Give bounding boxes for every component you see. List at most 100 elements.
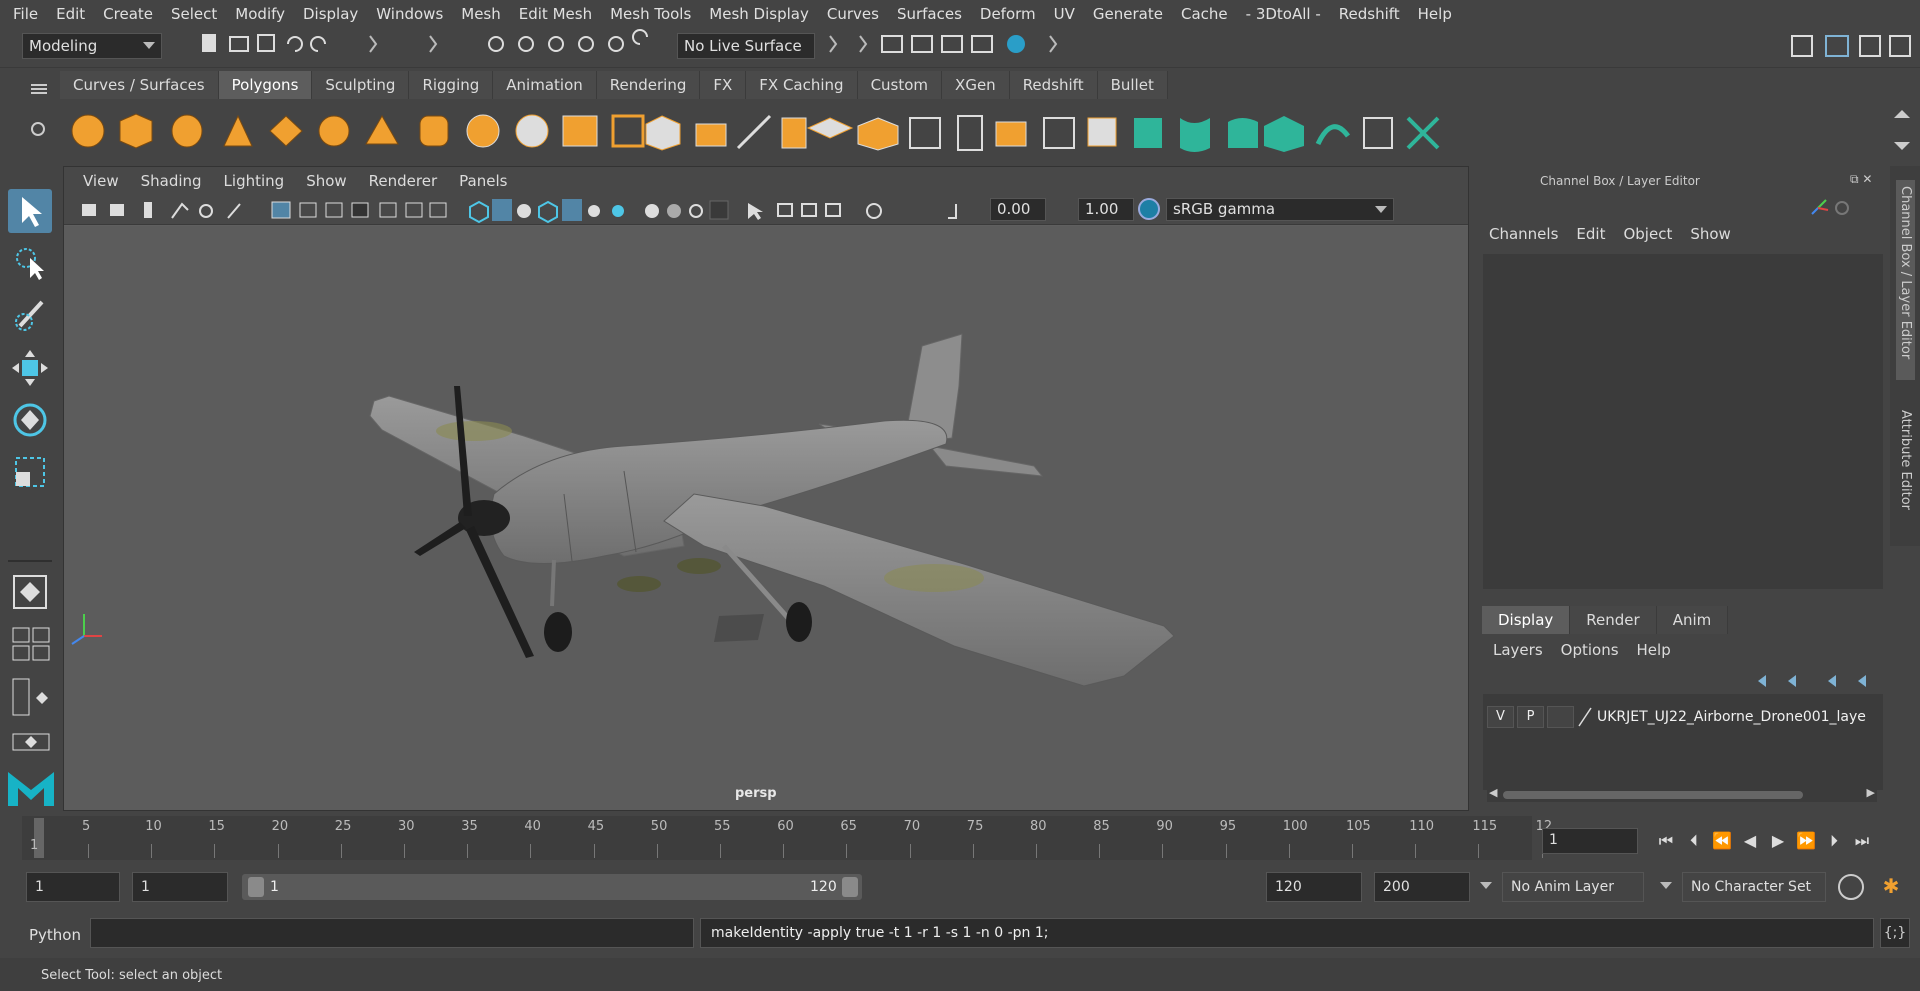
gamma-field[interactable]: 1.00 [1078,198,1134,221]
shelf-tab-rendering[interactable]: Rendering [596,71,701,99]
mode-selector[interactable]: Modeling [22,33,162,59]
side-tab-attribute-editor[interactable]: Attribute Editor [1896,404,1915,534]
viewport-menu-renderer[interactable]: Renderer [358,172,448,190]
viewport-menu-shading[interactable]: Shading [130,172,213,190]
menu-surfaces[interactable]: Surfaces [888,5,971,23]
shelf-menu-icon[interactable] [31,84,47,86]
layer-tab-display[interactable]: Display [1482,606,1571,634]
shelf-scroll[interactable] [1890,106,1914,154]
lasso-tool-button[interactable] [8,240,52,284]
viewport-menu-panels[interactable]: Panels [448,172,518,190]
scrollbar-thumb[interactable] [1503,791,1803,799]
go-to-end-button[interactable]: ⏭ [1848,828,1876,854]
range-start-handle[interactable] [248,877,264,897]
four-view-layout-button[interactable] [12,627,52,663]
scale-tool-button[interactable] [8,450,52,494]
menu-cache[interactable]: Cache [1172,5,1237,23]
menu-curves[interactable]: Curves [818,5,888,23]
layer-playback-toggle[interactable]: P [1517,706,1544,728]
gear-icon[interactable] [31,122,45,136]
layer-menu-options[interactable]: Options [1552,641,1628,659]
shelf-tab-xgen[interactable]: XGen [942,71,1010,99]
menu-select[interactable]: Select [162,5,226,23]
menu-generate[interactable]: Generate [1084,5,1172,23]
channel-box-menu-object[interactable]: Object [1614,225,1681,243]
go-to-start-button[interactable]: ⏮ [1652,828,1680,854]
command-language-label[interactable]: Python [29,926,81,944]
select-tool-button[interactable] [8,189,52,233]
shelf-tab-fx-caching[interactable]: FX Caching [746,71,858,99]
playback-end-field[interactable]: 120 [1266,872,1362,902]
menu-windows[interactable]: Windows [367,5,452,23]
menu-mesh-tools[interactable]: Mesh Tools [601,5,700,23]
move-tool-button[interactable] [8,346,52,390]
channel-box-menu-edit[interactable]: Edit [1567,225,1614,243]
chevron-right-icon[interactable]: ▶ [1867,786,1875,799]
range-end-handle[interactable] [842,877,858,897]
current-frame-field[interactable]: 1 [1542,828,1638,854]
step-back-frame-button[interactable]: ⏴ [1680,828,1708,854]
auto-key-icon[interactable] [1838,874,1864,900]
chevron-left-icon[interactable]: ◀ [1489,786,1497,799]
chevron-down-icon[interactable] [1480,882,1492,889]
shelf-tab-animation[interactable]: Animation [493,71,597,99]
menu-edit[interactable]: Edit [47,5,94,23]
chevron-down-icon[interactable] [1660,882,1672,889]
viewport-menu-view[interactable]: View [72,172,130,190]
shelf-tab-curves-surfaces[interactable]: Curves / Surfaces [60,71,219,99]
menu-create[interactable]: Create [94,5,162,23]
viewport-menu-lighting[interactable]: Lighting [213,172,296,190]
step-forward-frame-button[interactable]: ⏵ [1820,828,1848,854]
airborne-drone-model[interactable] [64,226,1468,810]
layer-visibility-toggle[interactable]: V [1487,706,1514,728]
channel-box-menu-channels[interactable]: Channels [1480,225,1567,243]
animation-preferences-icon[interactable]: ✱ [1878,874,1904,900]
layer-tab-render[interactable]: Render [1570,606,1657,634]
shelf-tab-redshift[interactable]: Redshift [1009,71,1098,99]
color-management-toggle-icon[interactable] [1138,198,1160,220]
layer-name[interactable]: UKRJET_UJ22_Airborne_Drone001_layer [1597,709,1867,725]
menu-uv[interactable]: UV [1045,5,1084,23]
rotate-tool-button[interactable] [8,398,52,442]
layer-scrollbar[interactable]: ◀ ▶ [1487,786,1877,802]
range-slider[interactable] [242,874,862,900]
layer-menu-help[interactable]: Help [1628,641,1680,659]
layer-row[interactable]: V P UKRJET_UJ22_Airborne_Drone001_layer [1487,704,1881,730]
channel-list[interactable] [1483,254,1883,589]
exposure-field[interactable]: 0.00 [990,198,1046,221]
menu-display[interactable]: Display [294,5,367,23]
animation-end-field[interactable]: 200 [1374,872,1470,902]
layout-button[interactable] [12,730,52,754]
view-transform-dropdown[interactable]: sRGB gamma [1166,198,1394,221]
playback-start-field[interactable]: 1 [132,872,228,902]
command-input[interactable] [90,918,694,948]
menu-3dtoall[interactable]: - 3DtoAll - [1237,5,1330,23]
viewport-menu-show[interactable]: Show [295,172,357,190]
outliner-layout-button[interactable] [12,678,52,718]
menu-modify[interactable]: Modify [226,5,294,23]
menu-file[interactable]: File [4,5,47,23]
script-editor-icon[interactable]: {;} [1880,918,1910,948]
shelf-tab-sculpting[interactable]: Sculpting [312,71,410,99]
step-forward-key-button[interactable]: ⏩ [1792,828,1820,854]
side-tab-channel-box[interactable]: Channel Box / Layer Editor [1896,180,1915,380]
menu-mesh-display[interactable]: Mesh Display [700,5,818,23]
shelf-tab-polygons[interactable]: Polygons [218,71,313,99]
paint-select-tool-button[interactable] [8,292,52,336]
anim-layer-dropdown[interactable]: No Anim Layer [1502,872,1644,902]
shelf-tab-fx[interactable]: FX [700,71,747,99]
menu-help[interactable]: Help [1409,5,1461,23]
layer-tab-anim[interactable]: Anim [1656,606,1729,634]
layer-color-swatch[interactable] [1577,706,1593,728]
layer-display-type-toggle[interactable] [1547,706,1574,728]
shelf-tab-rigging[interactable]: Rigging [409,71,494,99]
live-surface-field[interactable]: No Live Surface [677,33,815,59]
menu-deform[interactable]: Deform [971,5,1045,23]
shelf-tab-custom[interactable]: Custom [857,71,943,99]
play-forwards-button[interactable]: ▶ [1764,828,1792,854]
menu-mesh[interactable]: Mesh [452,5,510,23]
layer-menu-layers[interactable]: Layers [1484,641,1552,659]
panel-float-close[interactable]: ⧉ ✕ [1850,172,1884,188]
channel-box-menu-show[interactable]: Show [1681,225,1739,243]
single-perspective-layout-button[interactable] [8,570,52,614]
